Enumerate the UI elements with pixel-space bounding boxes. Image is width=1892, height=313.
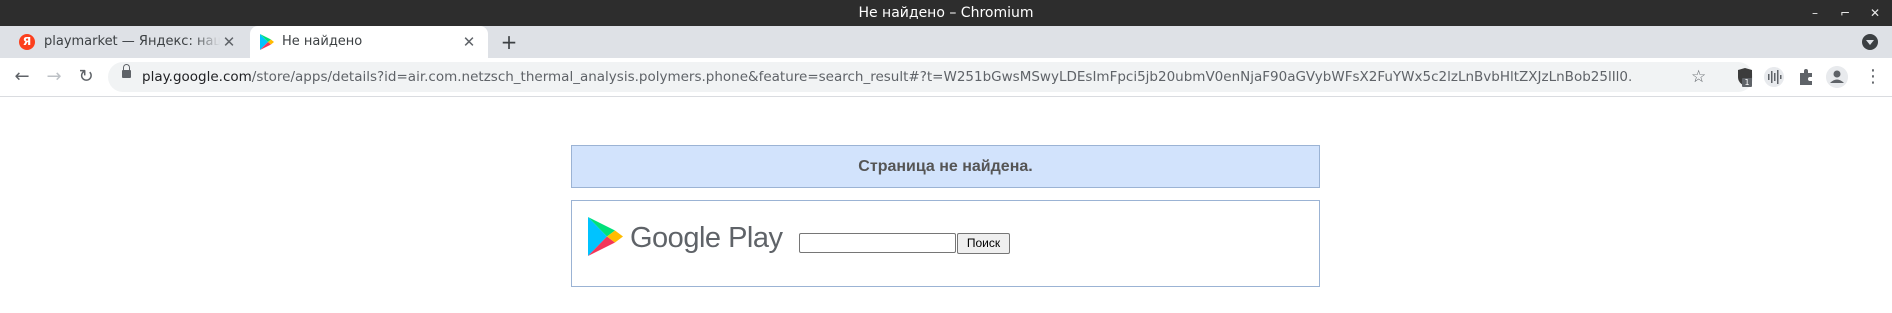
- minimize-button[interactable]: –: [1802, 0, 1828, 26]
- audio-wave-extension-icon[interactable]: [1764, 67, 1784, 87]
- close-window-button[interactable]: ✕: [1862, 0, 1888, 26]
- extensions-puzzle-icon[interactable]: [1796, 67, 1816, 87]
- chrome-menu-icon[interactable]: ⋮: [1864, 58, 1882, 96]
- window-title: Не найдено – Chromium: [858, 5, 1034, 21]
- tab-not-found[interactable]: Не найдено ✕: [250, 26, 488, 58]
- tab-search-icon[interactable]: [1862, 34, 1878, 50]
- google-play-logo-icon: [588, 217, 623, 256]
- tab-label: playmarket — Яндекс: нашло: [44, 34, 220, 49]
- google-play-icon: [260, 34, 274, 50]
- tab-yandex[interactable]: playmarket — Яндекс: нашло ✕: [0, 26, 248, 58]
- lock-icon[interactable]: [122, 64, 131, 78]
- bookmark-star-icon[interactable]: ☆: [1691, 62, 1706, 92]
- restore-button[interactable]: ⌐: [1832, 0, 1858, 26]
- yandex-icon: Я: [19, 34, 35, 50]
- close-tab-icon[interactable]: ✕: [220, 26, 238, 58]
- close-tab-icon[interactable]: ✕: [460, 26, 478, 58]
- tab-label: Не найдено: [282, 34, 363, 49]
- google-play-logo-text: Google Play: [630, 222, 783, 254]
- window-titlebar: Не найдено – Chromium – ⌐ ✕: [0, 0, 1892, 26]
- search-button[interactable]: Поиск: [957, 233, 1010, 254]
- shield-extension-icon[interactable]: 1: [1735, 67, 1755, 87]
- url-host: play.google.com: [142, 69, 252, 85]
- reload-icon[interactable]: ↻: [72, 58, 100, 96]
- extension-badge: 1: [1744, 78, 1749, 87]
- url-path: /store/apps/details?id=air.com.netzsch_t…: [251, 69, 1633, 85]
- url-text[interactable]: play.google.com/store/apps/details?id=ai…: [142, 62, 1632, 92]
- new-tab-button[interactable]: +: [499, 26, 519, 58]
- profile-avatar-icon[interactable]: [1826, 66, 1848, 88]
- back-icon[interactable]: ←: [8, 58, 36, 96]
- forward-icon[interactable]: →: [40, 58, 68, 96]
- page-not-found-banner: Страница не найдена.: [571, 145, 1320, 188]
- search-input[interactable]: [799, 233, 956, 253]
